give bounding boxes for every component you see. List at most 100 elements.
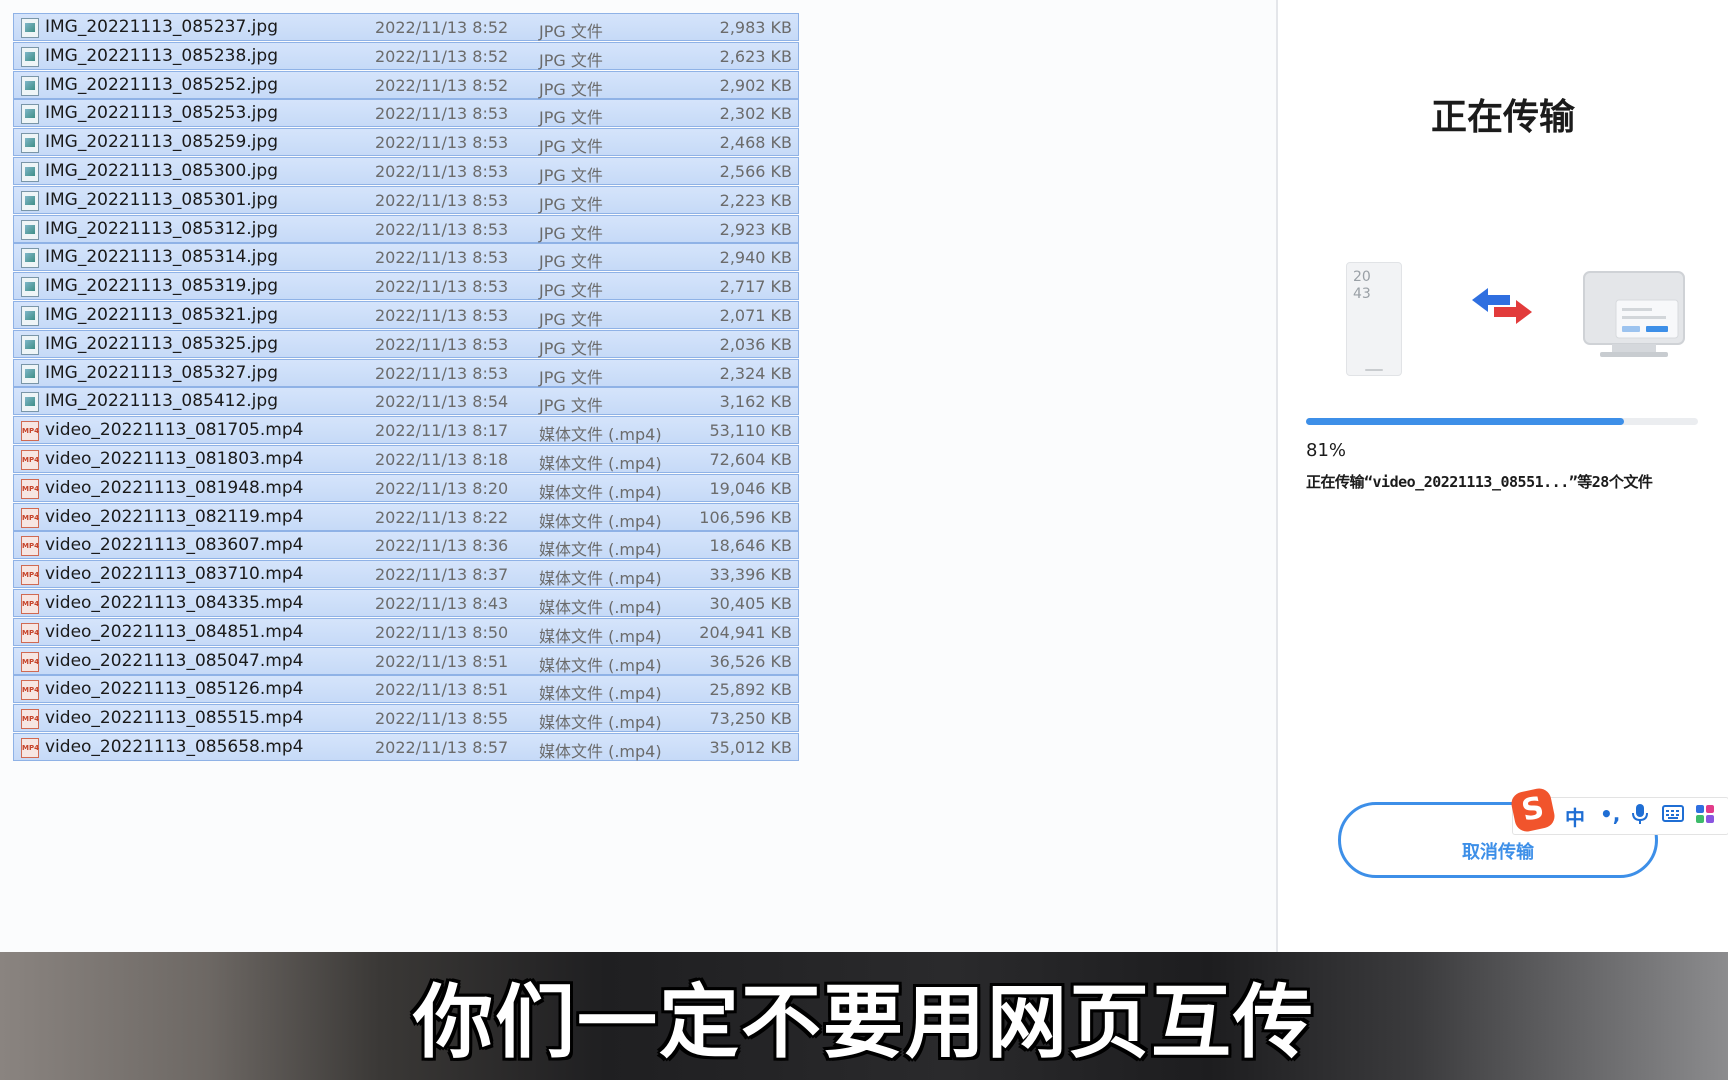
image-file-icon	[21, 133, 39, 154]
file-name: IMG_20221113_085252.jpg	[45, 74, 278, 95]
video-file-icon	[21, 536, 39, 557]
ime-language-toggle[interactable]: 中	[1565, 802, 1585, 831]
file-type: JPG 文件	[539, 194, 603, 214]
file-type: 媒体文件 (.mp4)	[539, 597, 662, 617]
image-file-icon	[21, 46, 39, 67]
image-file-icon	[21, 219, 39, 240]
file-name: video_20221113_082119.mp4	[45, 506, 304, 527]
file-row[interactable]: video_20221113_085658.mp4 2022/11/13 8:57…	[13, 732, 799, 761]
file-row[interactable]: IMG_20221113_085253.jpg 2022/11/13 8:53 JP…	[13, 99, 799, 128]
file-size: 73,250 KB	[709, 709, 792, 729]
file-size: 2,902 KB	[719, 75, 792, 95]
video-file-icon	[21, 680, 39, 701]
file-size: 2,923 KB	[719, 219, 792, 239]
file-date: 2022/11/13 8:57	[375, 737, 509, 757]
file-row[interactable]: video_20221113_083607.mp4 2022/11/13 8:36…	[13, 531, 799, 560]
file-row[interactable]: IMG_20221113_085314.jpg 2022/11/13 8:53 JP…	[13, 243, 799, 272]
file-row[interactable]: video_20221113_081803.mp4 2022/11/13 8:18…	[13, 444, 799, 473]
file-date: 2022/11/13 8:53	[375, 334, 509, 354]
image-file-icon	[21, 190, 39, 211]
image-file-icon	[21, 18, 39, 38]
file-row[interactable]: video_20221113_081948.mp4 2022/11/13 8:20…	[13, 473, 799, 502]
file-type: JPG 文件	[539, 165, 603, 185]
file-type: 媒体文件 (.mp4)	[539, 569, 662, 589]
file-size: 72,604 KB	[709, 449, 792, 469]
file-row[interactable]: IMG_20221113_085319.jpg 2022/11/13 8:53 JP…	[13, 272, 799, 301]
file-list: IMG_20221113_085237.jpg 2022/11/13 8:52 JP…	[13, 13, 799, 762]
grid-apps-icon[interactable]	[1696, 805, 1714, 823]
file-row[interactable]: video_20221113_081705.mp4 2022/11/13 8:17…	[13, 416, 799, 445]
file-type: 媒体文件 (.mp4)	[539, 741, 662, 761]
file-row[interactable]: video_20221113_082119.mp4 2022/11/13 8:22…	[13, 502, 799, 531]
video-file-icon	[21, 478, 39, 499]
phone-time: 20 43	[1353, 269, 1371, 302]
file-name: video_20221113_081948.mp4	[45, 477, 304, 498]
file-name: video_20221113_085126.mp4	[45, 679, 304, 700]
file-row[interactable]: IMG_20221113_085312.jpg 2022/11/13 8:53 JP…	[13, 214, 799, 243]
file-size: 18,646 KB	[709, 536, 792, 556]
file-name: video_20221113_081705.mp4	[45, 420, 304, 441]
file-size: 33,396 KB	[709, 565, 792, 585]
file-row[interactable]: IMG_20221113_085301.jpg 2022/11/13 8:53 JP…	[13, 185, 799, 214]
file-name: IMG_20221113_085327.jpg	[45, 362, 278, 383]
computer-icon	[1583, 271, 1685, 357]
video-file-icon	[21, 593, 39, 614]
file-type: JPG 文件	[539, 223, 603, 243]
file-row[interactable]: video_20221113_085126.mp4 2022/11/13 8:51…	[13, 675, 799, 704]
file-row[interactable]: video_20221113_084851.mp4 2022/11/13 8:50…	[13, 617, 799, 646]
file-row[interactable]: IMG_20221113_085238.jpg 2022/11/13 8:52 JP…	[13, 41, 799, 70]
file-name: IMG_20221113_085237.jpg	[45, 17, 278, 37]
file-name: video_20221113_083710.mp4	[45, 564, 304, 585]
file-type: JPG 文件	[539, 396, 603, 416]
file-row[interactable]: IMG_20221113_085321.jpg 2022/11/13 8:53 JP…	[13, 300, 799, 329]
video-file-icon	[21, 507, 39, 528]
video-file-icon	[21, 709, 39, 730]
file-name: IMG_20221113_085321.jpg	[45, 304, 278, 325]
file-name: IMG_20221113_085325.jpg	[45, 333, 278, 354]
file-date: 2022/11/13 8:22	[375, 507, 509, 527]
file-type: JPG 文件	[539, 252, 603, 272]
file-row[interactable]: video_20221113_085047.mp4 2022/11/13 8:51…	[13, 646, 799, 675]
file-row[interactable]: video_20221113_084335.mp4 2022/11/13 8:43…	[13, 588, 799, 617]
phone-icon: 20 43	[1346, 262, 1402, 376]
file-size: 106,596 KB	[699, 507, 792, 527]
video-file-icon	[21, 449, 39, 470]
file-date: 2022/11/13 8:53	[375, 248, 509, 268]
file-size: 2,071 KB	[719, 305, 792, 325]
ime-punctuation-toggle[interactable]: •,	[1600, 802, 1620, 826]
image-file-icon	[21, 334, 39, 355]
image-file-icon	[21, 363, 39, 384]
file-type: JPG 文件	[539, 338, 603, 358]
file-date: 2022/11/13 8:53	[375, 104, 509, 124]
transfer-status: 正在传输“video_20221113_08551...”等28个文件	[1306, 473, 1653, 491]
file-size: 30,405 KB	[709, 593, 792, 613]
file-row[interactable]: IMG_20221113_085252.jpg 2022/11/13 8:52 JP…	[13, 70, 799, 99]
file-row[interactable]: video_20221113_083710.mp4 2022/11/13 8:37…	[13, 560, 799, 589]
file-row[interactable]: IMG_20221113_085327.jpg 2022/11/13 8:53 JP…	[13, 358, 799, 387]
microphone-icon[interactable]	[1632, 803, 1648, 825]
file-name: IMG_20221113_085312.jpg	[45, 218, 278, 239]
progress-bar	[1306, 418, 1698, 425]
file-row[interactable]: IMG_20221113_085300.jpg 2022/11/13 8:53 JP…	[13, 156, 799, 185]
file-type: 媒体文件 (.mp4)	[539, 713, 662, 733]
file-size: 2,566 KB	[719, 161, 792, 181]
file-row[interactable]: IMG_20221113_085412.jpg 2022/11/13 8:54 JP…	[13, 387, 799, 416]
file-date: 2022/11/13 8:50	[375, 622, 509, 642]
file-date: 2022/11/13 8:53	[375, 133, 509, 153]
file-row[interactable]: IMG_20221113_085259.jpg 2022/11/13 8:53 JP…	[13, 128, 799, 157]
file-size: 35,012 KB	[709, 737, 792, 757]
phone-home-bar	[1365, 369, 1383, 371]
progress-percent: 81%	[1306, 440, 1347, 461]
file-size: 2,717 KB	[719, 277, 792, 297]
keyboard-icon[interactable]	[1662, 805, 1684, 822]
image-file-icon	[21, 305, 39, 326]
file-date: 2022/11/13 8:53	[375, 363, 509, 383]
file-row[interactable]: video_20221113_085515.mp4 2022/11/13 8:55…	[13, 704, 799, 733]
file-date: 2022/11/13 8:53	[375, 190, 509, 210]
file-type: 媒体文件 (.mp4)	[539, 482, 662, 502]
image-file-icon	[21, 104, 39, 125]
file-name: video_20221113_083607.mp4	[45, 535, 304, 556]
file-type: JPG 文件	[539, 281, 603, 301]
file-row[interactable]: IMG_20221113_085237.jpg 2022/11/13 8:52 JP…	[13, 13, 799, 41]
file-row[interactable]: IMG_20221113_085325.jpg 2022/11/13 8:53 JP…	[13, 329, 799, 358]
